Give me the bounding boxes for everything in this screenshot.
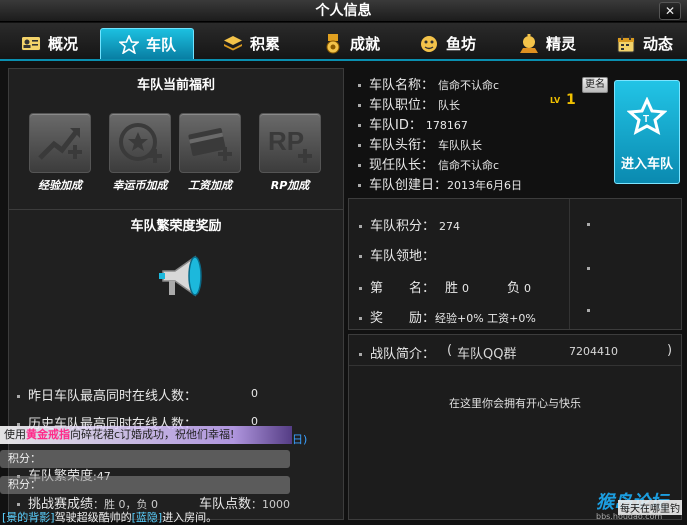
chat-bar — [0, 476, 290, 494]
star-icon: T — [626, 96, 668, 135]
stack-icon — [222, 35, 244, 53]
yesterday-online-label: 昨日车队最高同时在线人数： — [17, 385, 197, 404]
calendar-icon — [615, 34, 637, 53]
benefit-label-rp: RP加成 — [270, 179, 310, 192]
tab-label: 精灵 — [545, 35, 576, 53]
bullet — [587, 223, 590, 226]
svg-text:T: T — [643, 114, 649, 125]
team-position-row: 车队职位： 队长 — [358, 94, 460, 113]
lose-stat: 负0 — [507, 281, 532, 296]
chat-message-tail: 日) — [292, 433, 308, 446]
tab-label: 积累 — [249, 35, 280, 53]
team-id-value: 178167 — [425, 119, 468, 132]
divider — [569, 199, 570, 329]
coin-plus-icon — [119, 123, 162, 163]
medal-icon — [322, 33, 344, 53]
rp-plus-icon: RP — [268, 126, 312, 163]
team-position-value: 队长 — [438, 99, 461, 112]
tab-label: 车队 — [145, 35, 176, 54]
team-id-row: 车队ID： 178167 — [358, 114, 468, 133]
intro-text: 在这里你会拥有开心与快乐 — [449, 397, 581, 410]
qq-value: 7204410 — [569, 345, 618, 358]
id-card-icon — [20, 35, 42, 53]
tab-label: 成就 — [349, 35, 380, 53]
tab-label: 鱼坊 — [445, 35, 476, 53]
bullet — [587, 309, 590, 312]
tab-team[interactable]: 车队 — [100, 28, 194, 59]
team-name-value: 信命不认命c — [438, 79, 500, 92]
lv-value: 1 — [566, 92, 576, 108]
chat-message-points: 积分： — [8, 478, 41, 491]
yesterday-online-value: 0 — [251, 387, 258, 400]
intro-open-paren: ( — [447, 343, 453, 358]
team-territory-row: 车队领地： — [359, 245, 435, 264]
divider — [349, 365, 681, 366]
tab-overview[interactable]: 概况 — [6, 28, 92, 59]
chat-message-wedding: 使用黄金戒指向碎花裙c订婚成功，祝他们幸福! — [0, 426, 292, 444]
team-points-stat-value: 274 — [439, 220, 461, 233]
team-created-row: 车队创建日：2013年6月6日 — [358, 174, 522, 193]
join-team-label: 进入车队 — [620, 157, 673, 172]
team-reward-value: 经验+0% 工资+0% — [435, 312, 536, 325]
chat-item-name: 黄金戒指 — [26, 428, 70, 441]
team-points-row: 车队积分： 274 — [359, 215, 460, 234]
team-leader-value: 信命不认命c — [438, 159, 500, 172]
chat-message-enter-room: [景的背影]驾驶超级酷帅的[蓝隐]进入房间。 — [2, 511, 218, 524]
star-icon — [118, 34, 140, 54]
join-team-button[interactable]: T 进入车队 — [614, 80, 680, 184]
intro-label-row: 战队简介： — [359, 343, 435, 362]
chat-bar — [0, 450, 290, 468]
team-stats: 车队积分： 274 车队领地： 第 名： 胜0 负0 奖 励：经验+0% 工资+0… — [348, 198, 682, 330]
benefits-title: 车队当前福利 — [136, 78, 215, 93]
benefit-label-exp: 经验加成 — [38, 179, 82, 192]
benefit-label-salary: 工资加成 — [188, 179, 232, 192]
fish-icon — [418, 35, 440, 53]
team-leader-row: 现任队长： 信命不认命c — [358, 154, 499, 173]
team-reward-row: 奖 励：经验+0% 工资+0% — [359, 307, 536, 326]
team-title-row: 车队头衔： 车队队长 — [358, 134, 482, 153]
megaphone-icon — [155, 249, 211, 305]
card-plus-icon — [188, 128, 232, 161]
svg-text:RP: RP — [268, 126, 304, 156]
exp-up-icon — [38, 128, 82, 160]
tab-spirit[interactable]: 精灵 — [504, 28, 590, 59]
watermark-url: bbs.houdao.com — [596, 512, 663, 521]
lucky-coin-bonus-button[interactable] — [109, 113, 171, 173]
tab-accumulate[interactable]: 积累 — [204, 28, 298, 59]
team-title-value: 车队队长 — [438, 139, 483, 152]
tab-label: 概况 — [47, 35, 78, 53]
forum-watermark: 猴岛论坛 每天在哪里钓 bbs.houdao.com — [596, 488, 686, 522]
tab-achievement[interactable]: 成就 — [308, 28, 394, 59]
chat-message-points: 积分： — [8, 452, 41, 465]
window-title: 个人信息 — [315, 3, 372, 19]
exp-bonus-button[interactable] — [29, 113, 91, 173]
genie-icon — [518, 33, 540, 53]
qq-label: 车队QQ群 — [457, 347, 517, 362]
tab-fishing[interactable]: 鱼坊 — [404, 28, 490, 59]
win-stat: 胜0 — [445, 281, 470, 296]
rp-bonus-button[interactable]: RP — [259, 113, 321, 173]
close-button[interactable]: ✕ — [659, 2, 681, 20]
benefit-label-coin: 幸运币加成 — [112, 179, 168, 192]
team-name-row: 车队名称： 信命不认命c — [358, 74, 499, 93]
tab-label: 动态 — [642, 35, 673, 53]
window-titlebar: 个人信息 ✕ — [0, 0, 687, 22]
tab-bar: 概况 车队 积累 成就 鱼坊 精灵 动态 — [0, 23, 687, 61]
lv-label: LV — [550, 96, 561, 105]
team-created-value: 2013年6月6日 — [447, 179, 523, 192]
intro-close-paren: ) — [667, 343, 673, 358]
rename-button[interactable]: 更名 — [582, 77, 608, 93]
salary-bonus-button[interactable] — [179, 113, 241, 173]
team-rank-row: 第 名： — [359, 277, 435, 296]
team-points-value: ：1000 — [251, 498, 291, 511]
divider — [9, 209, 343, 210]
tab-activity[interactable]: 动态 — [604, 28, 684, 59]
prosperity-title: 车队繁荣度奖励 — [130, 219, 222, 234]
bullet — [587, 267, 590, 270]
